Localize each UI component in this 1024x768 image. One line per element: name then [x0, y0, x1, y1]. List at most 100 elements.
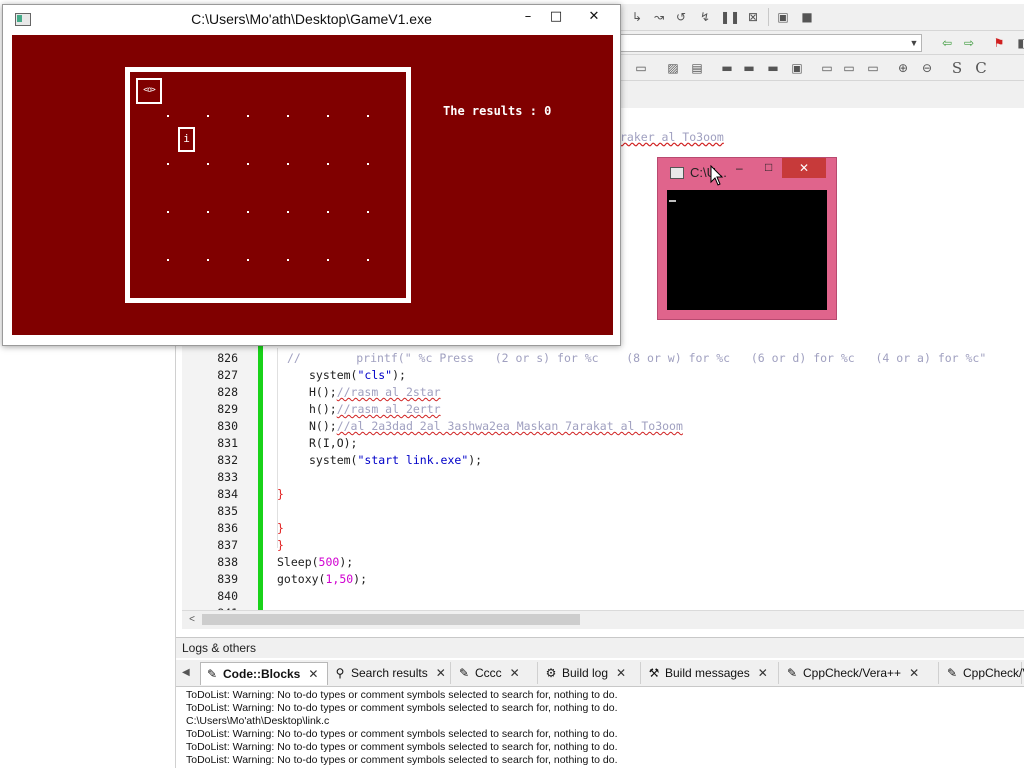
log-tab[interactable]: ⚙ Build log ✕ [540, 662, 641, 684]
close-tab-icon[interactable]: ✕ [436, 662, 446, 684]
zoom-in-icon[interactable]: ⊕ [894, 60, 912, 76]
chevron-down-icon[interactable]: ▼ [907, 35, 921, 51]
code-line[interactable]: 828 H();//rasm al 2star [182, 384, 1024, 401]
close-tab-icon[interactable]: ✕ [308, 663, 318, 685]
maximize-button[interactable]: □ [765, 160, 772, 174]
panel-tool-icon[interactable]: ▤ [688, 60, 706, 76]
horizontal-scrollbar[interactable]: < [182, 610, 1024, 629]
grid-dot [287, 163, 289, 165]
arrow-left-icon[interactable]: ⇦ [938, 35, 956, 51]
code-line[interactable]: 840 [182, 588, 1024, 605]
mouse-pointer-icon [710, 165, 724, 186]
code-line[interactable]: 830 N();//al 2a3dad 2al 3ashwa2ea Maskan … [182, 418, 1024, 435]
code-line[interactable]: 833 [182, 469, 1024, 486]
zoom-out-icon[interactable]: ⊖ [918, 60, 936, 76]
line-number: 831 [217, 436, 238, 450]
code-line[interactable]: 838 Sleep(500); [182, 554, 1024, 571]
code-line[interactable]: 837} [182, 537, 1024, 554]
game-window[interactable]: C:\Users\Mo'ath\Desktop\GameV1.exe – □ ✕… [2, 4, 621, 346]
console-window[interactable]: C:\U... – □ ✕ [657, 157, 837, 320]
scroll-left-icon[interactable]: < [186, 611, 198, 629]
minimize-button[interactable]: – [515, 7, 541, 27]
code-line[interactable]: 835 [182, 503, 1024, 520]
code-token: N(); [309, 419, 337, 433]
grid-dot [167, 211, 169, 213]
log-tab[interactable]: ✎ Cccc ✕ [453, 662, 538, 684]
code-text: Sleep(500); [277, 554, 353, 571]
debug-windows-icon[interactable]: ▣ [774, 9, 792, 25]
maximize-button[interactable]: □ [543, 7, 569, 27]
code-line[interactable]: 829 h();//rasm al 2ertr [182, 401, 1024, 418]
search-icon: ⚲ [335, 666, 345, 680]
code-line[interactable]: 831 R(I,O); [182, 435, 1024, 452]
shape-rect-icon[interactable]: ▭ [818, 60, 836, 76]
close-button[interactable]: ✕ [782, 158, 826, 178]
debug-next-icon[interactable]: ↝ [650, 9, 668, 25]
pause-icon[interactable]: ❚❚ [720, 9, 740, 25]
code-text: } [277, 486, 284, 503]
more-icon[interactable]: ◧ [1014, 35, 1024, 51]
line-number: 833 [217, 470, 238, 484]
code-text: } [277, 520, 284, 537]
line-number: 834 [217, 487, 238, 501]
arrow-right-icon[interactable]: ⇨ [960, 35, 978, 51]
line-number: 829 [217, 402, 238, 416]
debug-step-icon[interactable]: ↳ [628, 9, 646, 25]
close-button[interactable]: ✕ [578, 7, 610, 27]
log-tab[interactable]: ⚒ Build messages ✕ [643, 662, 779, 684]
log-line: ToDoList: Warning: No to-do types or com… [186, 702, 618, 714]
code-line[interactable]: 839 gotoxy(1,50); [182, 571, 1024, 588]
minimize-button[interactable]: – [736, 161, 743, 175]
close-tab-icon[interactable]: ✕ [909, 662, 919, 684]
image-tool-icon[interactable]: ▨ [664, 60, 682, 76]
grid-dot [167, 163, 169, 165]
close-tab-icon[interactable]: ✕ [510, 662, 520, 684]
align-top-icon[interactable]: ▬ [718, 60, 736, 76]
console-output[interactable] [667, 190, 827, 310]
debug-info-icon[interactable]: ■ [798, 9, 816, 25]
debug-step-into-icon[interactable]: ↯ [696, 9, 714, 25]
line-number: 837 [217, 538, 238, 552]
align-bottom-icon[interactable]: ▬ [764, 60, 782, 76]
log-tab[interactable]: ✎ CppCheck/Vera++ ✕ [781, 662, 939, 684]
s-format-icon[interactable]: S [948, 60, 966, 76]
game-canvas[interactable]: <o> i The results : 0 [12, 35, 613, 335]
close-tab-icon[interactable]: ✕ [758, 662, 768, 684]
grid-dot [367, 211, 369, 213]
log-tab[interactable]: ⚲ Search results ✕ [329, 662, 451, 684]
code-line[interactable]: 834} [182, 486, 1024, 503]
console-titlebar[interactable]: C:\U... – □ ✕ [658, 158, 836, 188]
shape-rect3-icon[interactable]: ▭ [864, 60, 882, 76]
number-literal: 1,50 [325, 572, 354, 586]
closing-brace: } [277, 538, 284, 552]
grid-dot [327, 211, 329, 213]
code-comment: //rasm al 2ertr [336, 402, 441, 416]
log-tab[interactable]: ✎ CppCheck/V [941, 662, 1024, 684]
game-titlebar[interactable]: C:\Users\Mo'ath\Desktop\GameV1.exe – □ ✕ [3, 5, 620, 35]
code-line[interactable]: 836} [182, 520, 1024, 537]
shape-rect2-icon[interactable]: ▭ [840, 60, 858, 76]
frame-icon[interactable]: ▣ [788, 60, 806, 76]
log-tab[interactable]: ✎ Code::Blocks ✕ [200, 662, 328, 685]
log-line: ToDoList: Warning: No to-do types or com… [186, 728, 618, 740]
rect-tool-icon[interactable]: ▭ [632, 60, 650, 76]
scroll-thumb[interactable] [202, 614, 580, 625]
tab-scroll-left-icon[interactable]: ◀ [182, 662, 192, 684]
bookmark-flag-icon[interactable]: ⚑ [990, 35, 1008, 51]
text-cursor [669, 200, 676, 202]
log-line: ToDoList: Warning: No to-do types or com… [186, 741, 618, 753]
code-comment: //rasm al 2star [336, 385, 441, 399]
line-number: 835 [217, 504, 238, 518]
log-line: C:\Users\Mo'ath\Desktop\link.c [186, 715, 330, 727]
code-line[interactable]: 832 system("start link.exe"); [182, 452, 1024, 469]
close-tab-icon[interactable]: ✕ [616, 662, 626, 684]
grid-dot [207, 259, 209, 261]
c-format-icon[interactable]: C [972, 60, 990, 76]
code-line[interactable]: 826 // printf(" %c Press (2 or s) for %c … [182, 350, 1024, 367]
log-tab-label: Search results [351, 666, 428, 680]
function-selector[interactable]: ▼ [620, 34, 922, 52]
code-line[interactable]: 827 system("cls"); [182, 367, 1024, 384]
stop-icon[interactable]: ⊠ [744, 9, 762, 25]
debug-step-out-icon[interactable]: ↺ [672, 9, 690, 25]
align-middle-icon[interactable]: ▬ [740, 60, 758, 76]
